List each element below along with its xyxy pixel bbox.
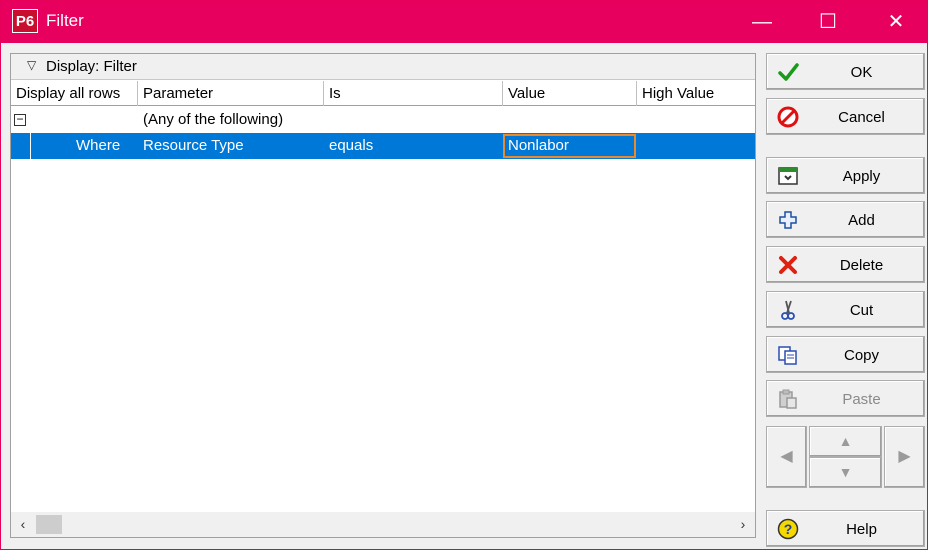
cancel-icon xyxy=(777,106,799,128)
table-row[interactable]: Where Resource Type equals Nonlabor xyxy=(11,133,755,159)
row-high-value-cell[interactable] xyxy=(637,133,755,159)
arrow-left-icon: ◀ xyxy=(780,448,793,465)
column-header-parameter[interactable]: Parameter xyxy=(138,81,324,106)
column-header-row: Display all rows Parameter Is Value High… xyxy=(11,81,755,106)
add-button[interactable]: Add xyxy=(766,201,925,238)
collapse-icon[interactable]: − xyxy=(14,113,26,126)
filter-dialog: P6 Filter — ☐ ✕ ▽ Display: Filter Displa… xyxy=(0,0,928,550)
display-group-bar[interactable]: ▽ Display: Filter xyxy=(11,54,755,80)
arrow-down-icon: ▼ xyxy=(838,464,853,480)
svg-text:?: ? xyxy=(784,521,793,537)
copy-button[interactable]: Copy xyxy=(766,336,925,373)
column-header-display-all-rows[interactable]: Display all rows xyxy=(11,81,138,106)
arrow-right-icon: ▶ xyxy=(898,448,911,465)
plus-icon xyxy=(777,209,799,231)
move-down-button[interactable]: ▼ xyxy=(809,457,882,488)
ok-label: OK xyxy=(850,64,873,81)
close-button[interactable]: ✕ xyxy=(873,1,919,43)
apply-icon xyxy=(777,165,799,187)
arrow-up-icon: ▲ xyxy=(838,433,853,449)
scroll-right-icon[interactable]: › xyxy=(733,512,753,537)
filter-grid: ▽ Display: Filter Display all rows Param… xyxy=(10,53,756,538)
window-title: Filter xyxy=(46,11,84,30)
group-row-any[interactable]: − (Any of the following) xyxy=(11,107,755,133)
check-icon xyxy=(777,61,799,83)
row-indent-marker xyxy=(11,133,31,159)
row-where-cell: Where xyxy=(76,137,121,154)
scroll-thumb[interactable] xyxy=(36,515,62,534)
cut-button[interactable]: Cut xyxy=(766,291,925,328)
add-label: Add xyxy=(848,212,875,229)
copy-label: Copy xyxy=(843,347,880,364)
paste-icon xyxy=(777,388,799,410)
cancel-button[interactable]: Cancel xyxy=(766,98,925,135)
ok-button[interactable]: OK xyxy=(766,53,925,90)
move-up-button[interactable]: ▲ xyxy=(809,426,882,457)
delete-label: Delete xyxy=(839,257,884,274)
delete-button[interactable]: Delete xyxy=(766,246,925,283)
help-label: Help xyxy=(846,521,877,538)
minimize-button[interactable]: — xyxy=(739,1,785,43)
chevron-down-icon[interactable]: ▽ xyxy=(27,58,36,72)
paste-button[interactable]: Paste xyxy=(766,380,925,417)
help-button[interactable]: ? Help xyxy=(766,510,925,547)
column-header-value[interactable]: Value xyxy=(503,81,637,106)
title-bar: P6 Filter — ☐ ✕ xyxy=(1,1,927,43)
row-parameter-cell[interactable]: Resource Type xyxy=(138,133,324,159)
apply-button[interactable]: Apply xyxy=(766,157,925,194)
horizontal-scrollbar[interactable]: ‹ › xyxy=(11,512,755,537)
cancel-label: Cancel xyxy=(838,109,885,126)
column-header-high-value[interactable]: High Value xyxy=(637,81,755,106)
p6-app-icon: P6 xyxy=(12,9,38,33)
scissors-icon xyxy=(777,299,799,321)
apply-label: Apply xyxy=(842,168,881,185)
display-group-label: Display: Filter xyxy=(46,58,137,75)
row-is-cell[interactable]: equals xyxy=(324,133,503,159)
group-row-label: (Any of the following) xyxy=(143,111,284,128)
copy-icon xyxy=(777,344,799,366)
row-value-field[interactable]: Nonlabor xyxy=(503,134,636,158)
move-left-button[interactable]: ◀ xyxy=(766,426,807,488)
move-right-button[interactable]: ▶ xyxy=(884,426,925,488)
help-icon: ? xyxy=(777,518,799,540)
scroll-left-icon[interactable]: ‹ xyxy=(13,512,33,537)
paste-label: Paste xyxy=(842,391,881,408)
cut-label: Cut xyxy=(849,302,874,319)
column-header-is[interactable]: Is xyxy=(324,81,503,106)
delete-x-icon xyxy=(777,254,799,276)
maximize-button[interactable]: ☐ xyxy=(805,1,851,43)
